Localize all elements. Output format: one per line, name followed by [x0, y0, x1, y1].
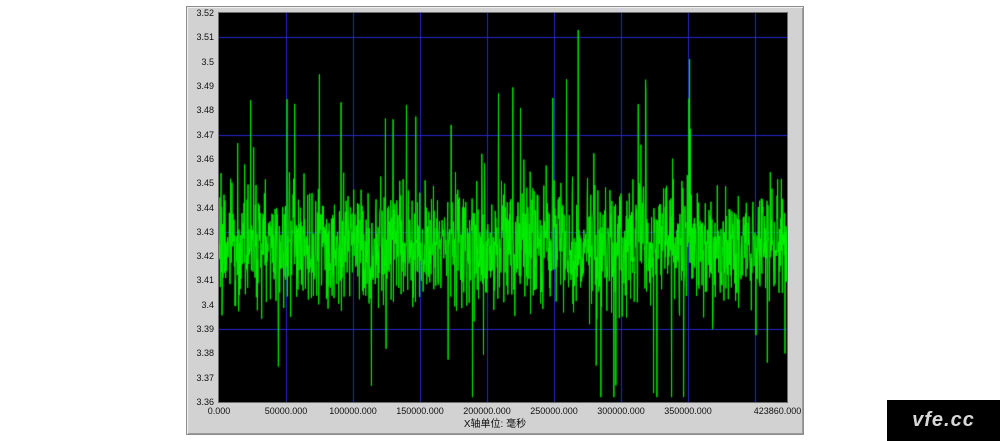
- y-tick-label: 3.51: [187, 32, 214, 42]
- x-tick-label: 0.000: [208, 406, 231, 416]
- y-tick-label: 3.52: [187, 8, 214, 18]
- y-tick-label: 3.44: [187, 203, 214, 213]
- x-tick-label: 200000.000: [463, 406, 511, 416]
- watermark: vfe.cc: [887, 400, 1000, 441]
- plot-area: [218, 12, 788, 403]
- x-tick-label: 150000.000: [396, 406, 444, 416]
- x-axis-unit-label: X轴单位: 毫秒: [187, 419, 803, 431]
- x-tick-label: 250000.000: [530, 406, 578, 416]
- y-tick-label: 3.41: [187, 275, 214, 285]
- waveform-canvas: [219, 13, 787, 402]
- y-tick-label: 3.39: [187, 324, 214, 334]
- x-tick-label: 350000.000: [664, 406, 712, 416]
- y-tick-label: 3.48: [187, 105, 214, 115]
- watermark-text: vfe.cc: [912, 409, 975, 432]
- y-tick-label: 3.46: [187, 154, 214, 164]
- y-tick-label: 3.45: [187, 178, 214, 188]
- y-tick-label: 3.49: [187, 81, 214, 91]
- y-tick-label: 3.4: [187, 300, 214, 310]
- y-tick-label: 3.42: [187, 251, 214, 261]
- y-tick-label: 3.36: [187, 397, 214, 407]
- x-tick-label: 100000.000: [329, 406, 377, 416]
- y-tick-label: 3.38: [187, 348, 214, 358]
- waveform-panel: 3.52 3.51 3.5 3.49 3.48 3.47 3.46 3.45 3.44 3.43 3…: [186, 6, 804, 435]
- y-tick-label: 3.37: [187, 373, 214, 383]
- y-tick-label: 3.43: [187, 227, 214, 237]
- y-tick-label: 3.5: [187, 57, 214, 67]
- x-tick-label: 50000.000: [265, 406, 308, 416]
- x-tick-label: 423860.000: [754, 406, 802, 416]
- y-tick-label: 3.47: [187, 130, 214, 140]
- x-tick-label: 300000.000: [597, 406, 645, 416]
